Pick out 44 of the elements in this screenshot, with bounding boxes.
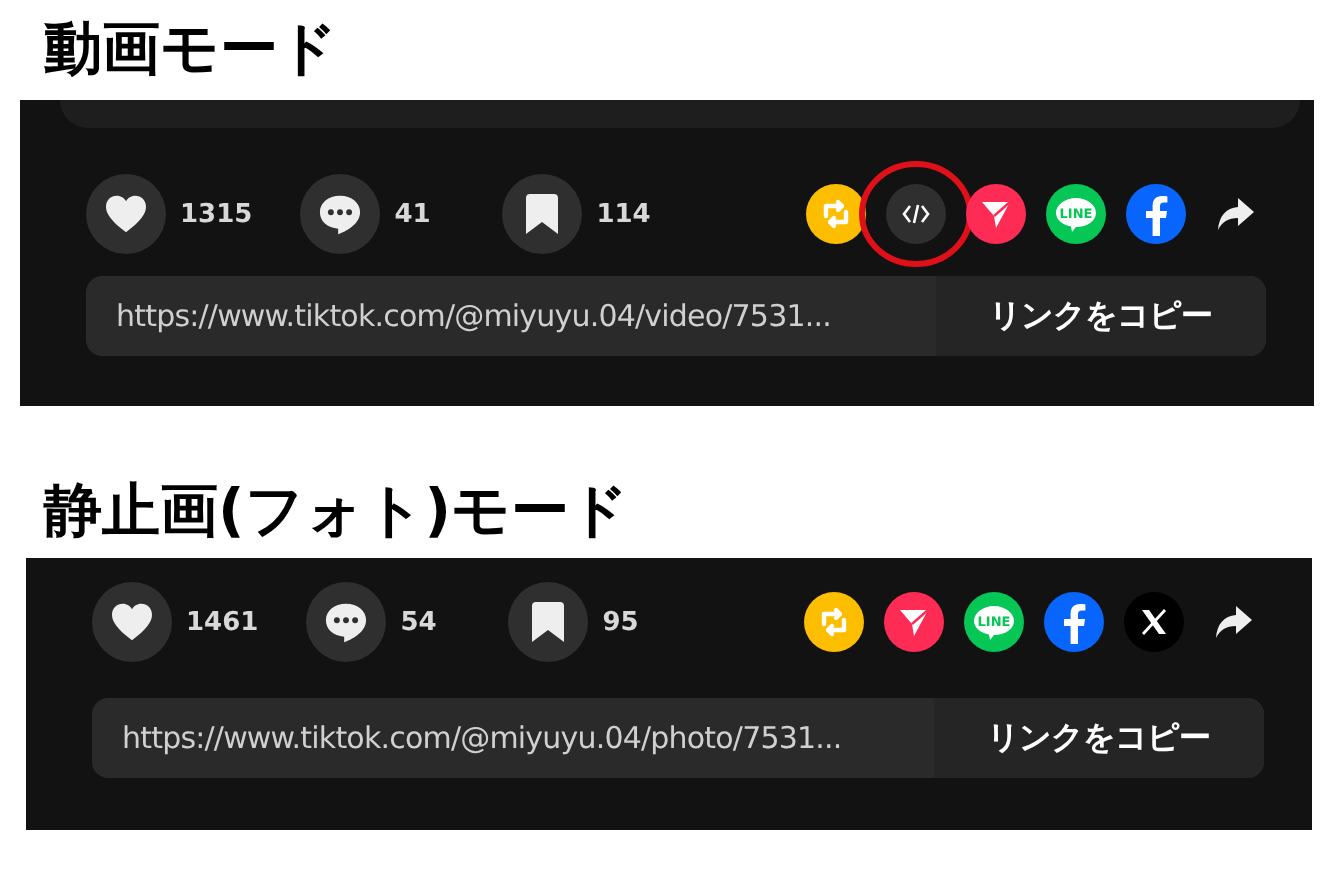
send-button[interactable]: [884, 592, 944, 652]
facebook-logo-icon: [1062, 600, 1086, 644]
share-arrow-icon: [1216, 196, 1256, 232]
section-heading: 静止画(フォト)モード: [41, 474, 632, 546]
like-count: 1315: [180, 199, 253, 229]
bookmark-icon: [526, 194, 559, 234]
send-button[interactable]: [966, 184, 1026, 244]
copy-link-button[interactable]: リンクをコピー: [934, 698, 1264, 778]
comment-button[interactable]: [300, 174, 381, 254]
speech-bubble-icon: [324, 601, 369, 643]
section-heading: 動画モード: [42, 12, 340, 86]
comment-button[interactable]: [306, 582, 387, 662]
bookmark-count: 114: [596, 199, 653, 229]
like-count: 1461: [186, 607, 259, 637]
embed-button[interactable]: [886, 184, 946, 244]
paper-plane-icon: [980, 198, 1012, 230]
facebook-logo-icon: [1144, 192, 1168, 236]
speech-bubble-icon: [318, 193, 363, 235]
bookmark-icon: [532, 602, 565, 642]
paper-plane-icon: [898, 606, 930, 638]
url-text: https://www.tiktok.com/@miyuyu.04/photo/7531...: [120, 718, 844, 760]
repost-icon: [820, 198, 852, 230]
repost-button[interactable]: [804, 592, 864, 652]
copy-link-button[interactable]: リンクをコピー: [936, 276, 1266, 356]
facebook-button[interactable]: [1044, 592, 1104, 652]
repost-icon: [818, 606, 850, 638]
share-arrow-icon: [1214, 604, 1254, 640]
comment-count: 41: [394, 199, 433, 229]
bookmark-count: 95: [602, 607, 641, 637]
x-button[interactable]: [1124, 592, 1184, 652]
url-text: https://www.tiktok.com/@miyuyu.04/video/7531...: [114, 296, 833, 338]
facebook-button[interactable]: [1126, 184, 1186, 244]
comment-count: 54: [400, 607, 439, 637]
repost-button[interactable]: [806, 184, 866, 244]
heart-icon: [110, 602, 154, 642]
link-field[interactable]: https://www.tiktok.com/@miyuyu.04/photo/7531... リンクをコピー: [92, 698, 1264, 778]
heart-icon: [104, 194, 148, 234]
code-icon: [902, 204, 930, 224]
bookmark-button[interactable]: [508, 582, 589, 662]
link-field[interactable]: https://www.tiktok.com/@miyuyu.04/video/7531... リンクをコピー: [86, 276, 1266, 356]
like-button[interactable]: [86, 174, 166, 254]
x-logo-icon: [1140, 608, 1168, 636]
bookmark-button[interactable]: [502, 174, 583, 254]
like-button[interactable]: [92, 582, 172, 662]
